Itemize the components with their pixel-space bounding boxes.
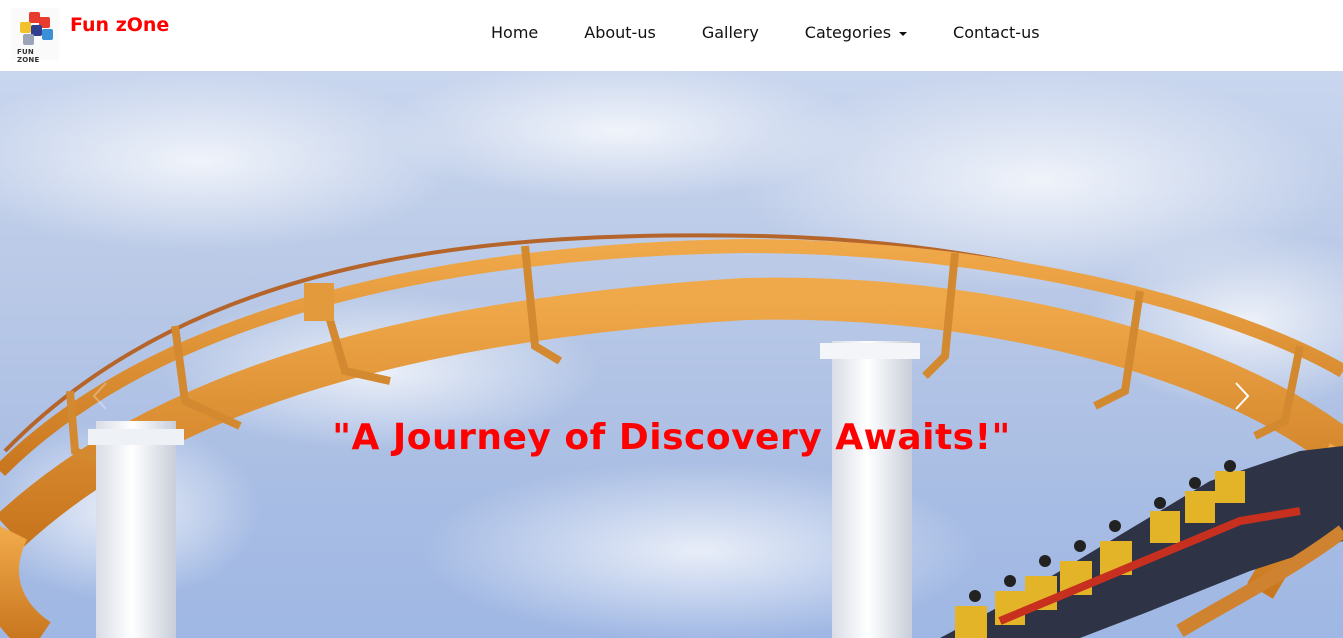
- nav-link-gallery[interactable]: Gallery: [679, 22, 782, 44]
- brand-name: Fun zOne: [70, 14, 170, 36]
- navbar: FUN ZONE Fun zOne Home About-us Gallery …: [0, 0, 1343, 71]
- chevron-left-icon: [92, 382, 107, 410]
- fun-zone-logo: FUN ZONE: [11, 8, 59, 64]
- nav-link-contact-us[interactable]: Contact-us: [930, 22, 1063, 44]
- nav-link-about-us[interactable]: About-us: [561, 22, 679, 44]
- brand-link[interactable]: FUN ZONE Fun zOne: [11, 8, 170, 64]
- logo-caption: FUN ZONE: [17, 48, 40, 64]
- chevron-right-icon: [1235, 382, 1250, 410]
- roller-coaster-image: [0, 71, 1343, 638]
- carousel-next-button[interactable]: [1228, 371, 1258, 421]
- caret-down-icon: [899, 31, 908, 36]
- nav-link-home[interactable]: Home: [468, 22, 561, 44]
- nav-menu: Home About-us Gallery Categories Contact…: [468, 22, 1063, 44]
- hero-caption: "A Journey of Discovery Awaits!": [332, 417, 1011, 458]
- nav-link-categories-label: Categories: [804, 23, 892, 42]
- carousel-prev-button[interactable]: [86, 371, 116, 421]
- hero-carousel: "A Journey of Discovery Awaits!": [0, 71, 1343, 638]
- nav-dropdown-categories[interactable]: Categories: [782, 22, 930, 44]
